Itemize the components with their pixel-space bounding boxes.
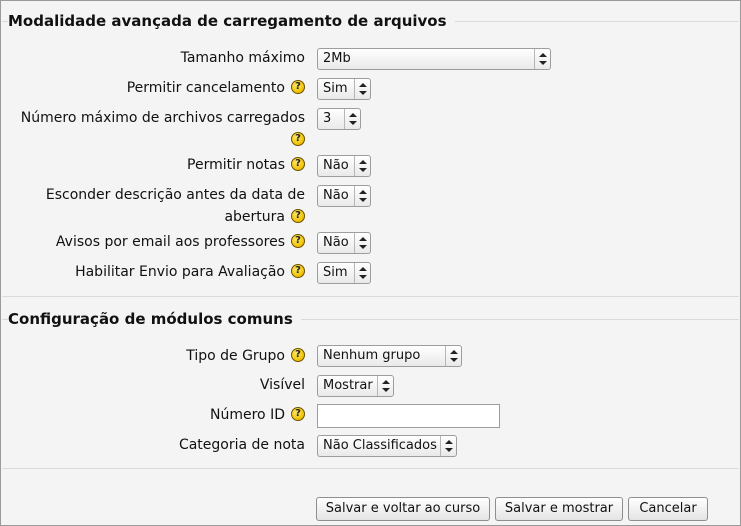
select-arrows-icon bbox=[440, 436, 456, 456]
help-icon[interactable]: ? bbox=[291, 209, 305, 223]
cancel-button[interactable]: Cancelar bbox=[628, 497, 708, 521]
label-max-files: Número máximo de archivos carregados? bbox=[20, 110, 305, 146]
label-group-type: Tipo de Grupo? bbox=[186, 345, 305, 367]
select-arrows-icon bbox=[354, 186, 370, 206]
settings-form: Modalidade avançada de carregamento de a… bbox=[0, 0, 741, 526]
max-files-select[interactable]: 3 bbox=[317, 108, 361, 130]
allow-cancel-select[interactable]: Sim bbox=[317, 78, 371, 100]
label-allow-notes: Permitir notas? bbox=[187, 154, 305, 176]
label-email-alerts: Avisos por email aos professores? bbox=[56, 231, 305, 253]
label-enable-submission: Habilitar Envio para Avaliação? bbox=[75, 261, 305, 283]
label-max-size: Tamanho máximo bbox=[180, 50, 305, 66]
help-icon[interactable]: ? bbox=[291, 348, 305, 362]
grade-category-select[interactable]: Não Classificados bbox=[317, 435, 457, 457]
section-legend-upload: Modalidade avançada de carregamento de a… bbox=[8, 11, 455, 31]
visible-select[interactable]: Mostrar bbox=[317, 375, 394, 397]
help-icon[interactable]: ? bbox=[291, 264, 305, 278]
save-and-return-button[interactable]: Salvar e voltar ao curso bbox=[316, 497, 490, 521]
id-number-input[interactable] bbox=[317, 404, 500, 428]
allow-notes-select[interactable]: Não bbox=[317, 155, 371, 177]
select-arrows-icon bbox=[534, 49, 550, 69]
help-icon[interactable]: ? bbox=[291, 80, 305, 94]
max-size-select[interactable]: 2Mb bbox=[317, 48, 551, 70]
section-legend-common: Configuração de módulos comuns bbox=[8, 309, 301, 329]
save-and-display-button[interactable]: Salvar e mostrar bbox=[495, 497, 623, 521]
help-icon[interactable]: ? bbox=[291, 407, 305, 421]
select-arrows-icon bbox=[445, 346, 461, 366]
group-type-select[interactable]: Nenhum grupo bbox=[317, 345, 462, 367]
help-icon[interactable]: ? bbox=[291, 157, 305, 171]
email-alerts-select[interactable]: Não bbox=[317, 232, 371, 254]
hide-description-select[interactable]: Não bbox=[317, 185, 371, 207]
label-hide-description: Esconder descrição antes da data de aber… bbox=[45, 187, 305, 225]
select-arrows-icon bbox=[354, 79, 370, 99]
label-grade-category: Categoria de nota bbox=[178, 437, 305, 453]
enable-submission-select[interactable]: Sim bbox=[317, 262, 371, 284]
label-visible: Visível bbox=[259, 377, 305, 393]
help-icon[interactable]: ? bbox=[291, 132, 305, 146]
select-arrows-icon bbox=[354, 156, 370, 176]
select-arrows-icon bbox=[377, 376, 393, 396]
label-allow-cancel: Permitir cancelamento? bbox=[127, 77, 305, 99]
help-icon[interactable]: ? bbox=[291, 234, 305, 248]
select-arrows-icon bbox=[344, 109, 360, 129]
section-separator bbox=[2, 296, 739, 297]
select-arrows-icon bbox=[354, 263, 370, 283]
select-arrows-icon bbox=[354, 233, 370, 253]
label-id-number: Número ID? bbox=[210, 404, 305, 426]
section-separator bbox=[2, 468, 739, 469]
